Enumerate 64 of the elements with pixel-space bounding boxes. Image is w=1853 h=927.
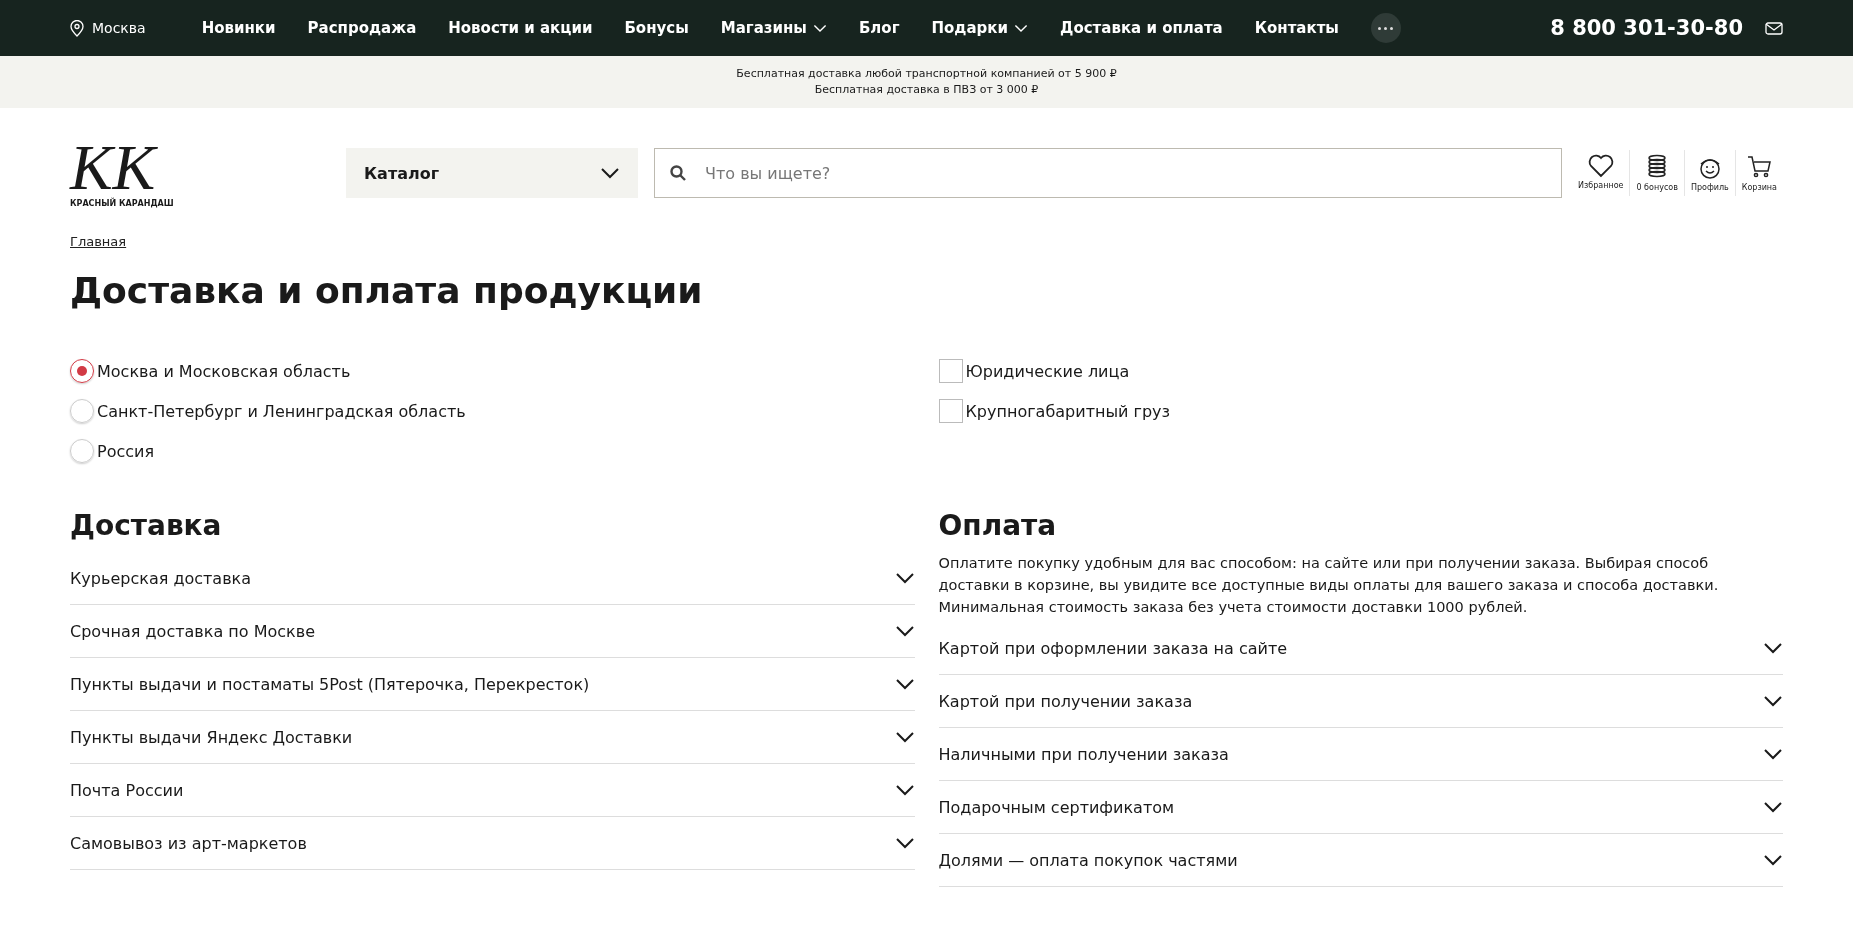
checkbox-label: Крупногабаритный груз [965,401,1171,421]
accordion-row[interactable]: Срочная доставка по Москве [70,605,915,658]
chevron-icon [894,731,915,743]
chevron-icon [894,784,915,796]
heart-icon [1587,154,1614,178]
payment-intro: Оплатите покупку удобным для вас способом: на сайте или при получении заказа. Выбирая способ доставки в корзине, вы увидите все доступные виды оплаты для вашего заказа и способа доставки. Минимальная стоимость заказа без учета стоимости доставки 1000 рублей. [938,554,1720,617]
section-heading: Оплата [938,509,1058,542]
mail-icon[interactable] [1765,21,1783,35]
accordion-row[interactable]: Пункты выдачи и постаматы 5Post (Пятерочка, Перекресток) [70,658,915,711]
accordion-row[interactable]: Картой при оформлении заказа на сайте [938,622,1783,675]
accordion-row[interactable]: Курьерская доставка [70,552,915,605]
nav-link[interactable]: Бонусы [624,19,689,37]
location-pin-icon [70,19,84,37]
radio-label: Санкт-Петербург и Ленинградская область [97,401,466,421]
chevron-icon [894,625,915,637]
more-button[interactable] [1370,13,1401,43]
nav-link[interactable]: Новости и акции [448,19,593,37]
city-selector[interactable]: Москва [92,20,146,36]
chevron-icon [600,167,620,179]
checkbox[interactable] [938,399,963,423]
nav-link[interactable]: Доставка и оплата [1060,19,1223,37]
chevron-icon [1763,854,1783,866]
accordion-row[interactable]: Наличными при получении заказа [938,728,1783,781]
promo-text: Бесплатная доставка в ПВЗ от 3 000 ₽ [814,82,1039,98]
accordion-row[interactable]: Самовывоз из арт-маркетов [70,817,915,870]
cart-icon [1746,154,1773,180]
nav-link[interactable]: Блог [858,19,900,37]
checkbox[interactable] [938,359,963,383]
search-icon [670,165,686,181]
section-heading: Доставка [70,509,223,542]
chevron-icon [894,678,915,690]
accordion-row[interactable]: Долями — оплата покупок частями [938,834,1783,887]
catalog-button[interactable]: Каталог [346,148,638,198]
chevron-icon [1763,748,1783,760]
nav-link[interactable]: Магазины [720,19,827,37]
accordion-row[interactable]: Почта России [70,764,915,817]
accordion-row[interactable]: Пункты выдачи Яндекс Доставки [70,711,915,764]
checkbox-label: Юридические лица [965,361,1130,381]
coins-icon [1646,154,1669,180]
radio-label: Россия [97,441,155,461]
breadcrumb-link[interactable]: Главная [70,234,127,249]
header-action[interactable]: 0 бонусов [1629,150,1684,196]
logo-text: КРАСНЫЙ КАРАНДАШ [70,198,174,208]
chevron-icon [1763,642,1783,654]
nav-link[interactable]: Подарки [931,19,1029,37]
header-action[interactable]: Профиль [1683,150,1735,196]
nav-link[interactable]: Контакты [1254,19,1339,37]
chevron-icon [894,572,915,584]
chevron-icon [1763,695,1783,707]
promo-text: Бесплатная доставка любой транспортной компанией от 5 900 ₽ [736,66,1117,82]
nav-link[interactable]: Новинки [201,19,276,37]
accordion-row[interactable]: Картой при получении заказа [938,675,1783,728]
chevron-icon [1014,23,1029,33]
page-title: Доставка и оплата продукции [70,270,704,311]
accordion-row[interactable]: Подарочным сертификатом [938,781,1783,834]
chevron-icon [1763,801,1783,813]
chevron-icon [812,23,827,33]
header-action[interactable]: Избранное [1572,150,1630,196]
radio-label: Москва и Московская область [97,361,351,381]
header-action[interactable]: Корзина [1734,150,1783,196]
chevron-icon [894,837,915,849]
search-field[interactable]: Что вы ищете? [654,148,1562,198]
nav-link[interactable]: Распродажа [307,19,417,37]
phone-number[interactable]: 8 800 301-30-80 [1550,16,1743,40]
